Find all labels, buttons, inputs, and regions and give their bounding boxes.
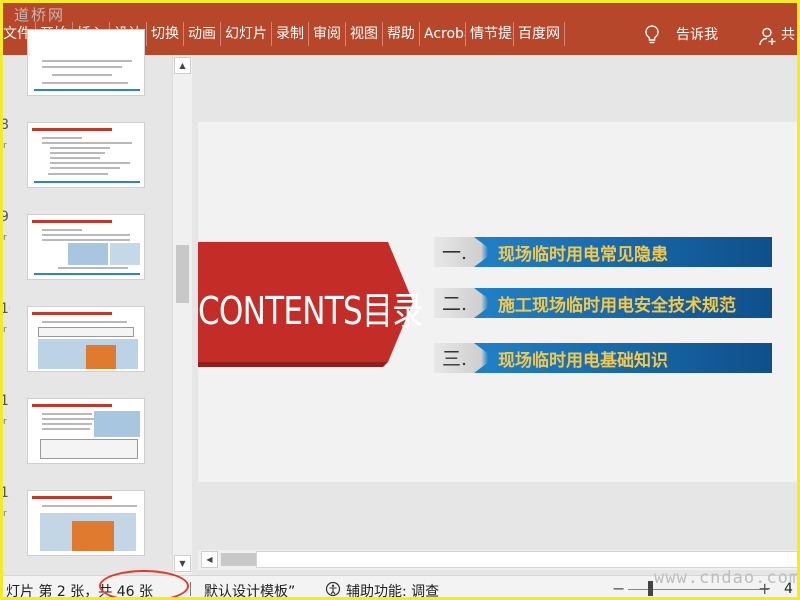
thumbnail-star-icon: r xyxy=(3,509,7,519)
tab-transitions[interactable]: 切换 xyxy=(147,22,184,46)
scrollbar-track[interactable] xyxy=(256,551,800,568)
editor-horizontal-scrollbar[interactable]: ◀ xyxy=(198,550,800,570)
watermark-url: www.cndao.com xyxy=(654,568,800,588)
slide-thumbnail[interactable] xyxy=(27,214,145,280)
tab-review[interactable]: 审阅 xyxy=(309,22,346,46)
thumbnail-star-icon: r xyxy=(3,233,7,243)
toc-item: 一. 现场临时用电常见隐患 xyxy=(434,237,772,267)
thumbnail-number: 12 xyxy=(0,485,10,501)
tab-record[interactable]: 录制 xyxy=(272,22,309,46)
thumbnail-star-icon: r xyxy=(3,325,7,335)
scrollbar-thumb[interactable] xyxy=(176,245,189,303)
thumbnail-number: 8 xyxy=(0,117,9,133)
toc-item: 三. 现场临时用电基础知识 xyxy=(434,343,772,373)
toc-item-title: 现场临时用电基础知识 xyxy=(498,351,668,371)
tab-storyboard[interactable]: 情节提要 xyxy=(466,22,514,46)
slide-thumbnail-pane: 8 r 9 r 10 r 11 r 12 r xyxy=(0,29,195,575)
toc-item: 二. 施工现场临时用电安全技术规范 xyxy=(434,288,772,318)
thumbnail-star-icon: r xyxy=(3,141,7,151)
lightbulb-icon[interactable] xyxy=(642,24,662,46)
zoom-out-button[interactable]: − xyxy=(612,579,625,598)
scroll-left-icon[interactable]: ◀ xyxy=(201,551,218,568)
slide-thumbnail[interactable] xyxy=(27,29,145,96)
toc-item-number: 二. xyxy=(442,293,468,315)
toc-item-title: 施工现场临时用电安全技术规范 xyxy=(498,296,736,316)
tab-slideshow[interactable]: 幻灯片 xyxy=(221,22,272,46)
toc-item-title: 现场临时用电常见隐患 xyxy=(498,245,668,265)
thumbnail-scrollbar[interactable]: ▲ ▼ xyxy=(172,55,192,575)
status-divider xyxy=(190,582,191,596)
scroll-down-icon[interactable]: ▼ xyxy=(174,555,191,572)
tab-animations[interactable]: 动画 xyxy=(184,22,221,46)
thumbnail-number: 9 xyxy=(0,209,9,225)
accessibility-status[interactable]: 辅助功能: 调查 xyxy=(346,581,439,600)
scroll-up-icon[interactable]: ▲ xyxy=(174,57,191,74)
tab-view[interactable]: 视图 xyxy=(346,22,383,46)
contents-title: CONTENTS目录 xyxy=(198,289,423,333)
share-button[interactable]: 共 xyxy=(781,24,795,46)
slide-thumbnail[interactable] xyxy=(27,122,145,188)
tab-acrobat[interactable]: Acrobat xyxy=(420,22,466,46)
toc-item-number: 一. xyxy=(442,242,468,264)
accessibility-icon[interactable] xyxy=(325,581,341,597)
highlight-circle-annotation xyxy=(99,570,189,600)
zoom-slider-handle[interactable] xyxy=(648,581,653,596)
thumbnail-star-icon: r xyxy=(3,417,7,427)
share-person-icon[interactable] xyxy=(758,26,778,46)
tab-help[interactable]: 帮助 xyxy=(383,22,420,46)
thumbnail-number: 10 xyxy=(0,301,10,317)
toc-item-number: 三. xyxy=(442,348,468,370)
thumbnail-number: 11 xyxy=(0,393,10,409)
tab-baidu[interactable]: 百度网 xyxy=(514,22,565,46)
slide-thumbnail[interactable] xyxy=(27,306,145,372)
scrollbar-thumb[interactable] xyxy=(221,553,257,566)
current-slide[interactable]: CONTENTS目录 一. 现场临时用电常见隐患 二. 施工现场临时用电安全技术… xyxy=(198,122,800,482)
slide-thumbnail[interactable] xyxy=(27,490,145,556)
slide-thumbnail[interactable] xyxy=(27,398,145,464)
tell-me-search[interactable]: 告诉我 xyxy=(676,24,718,46)
theme-name: 默认设计模板” xyxy=(204,584,296,600)
